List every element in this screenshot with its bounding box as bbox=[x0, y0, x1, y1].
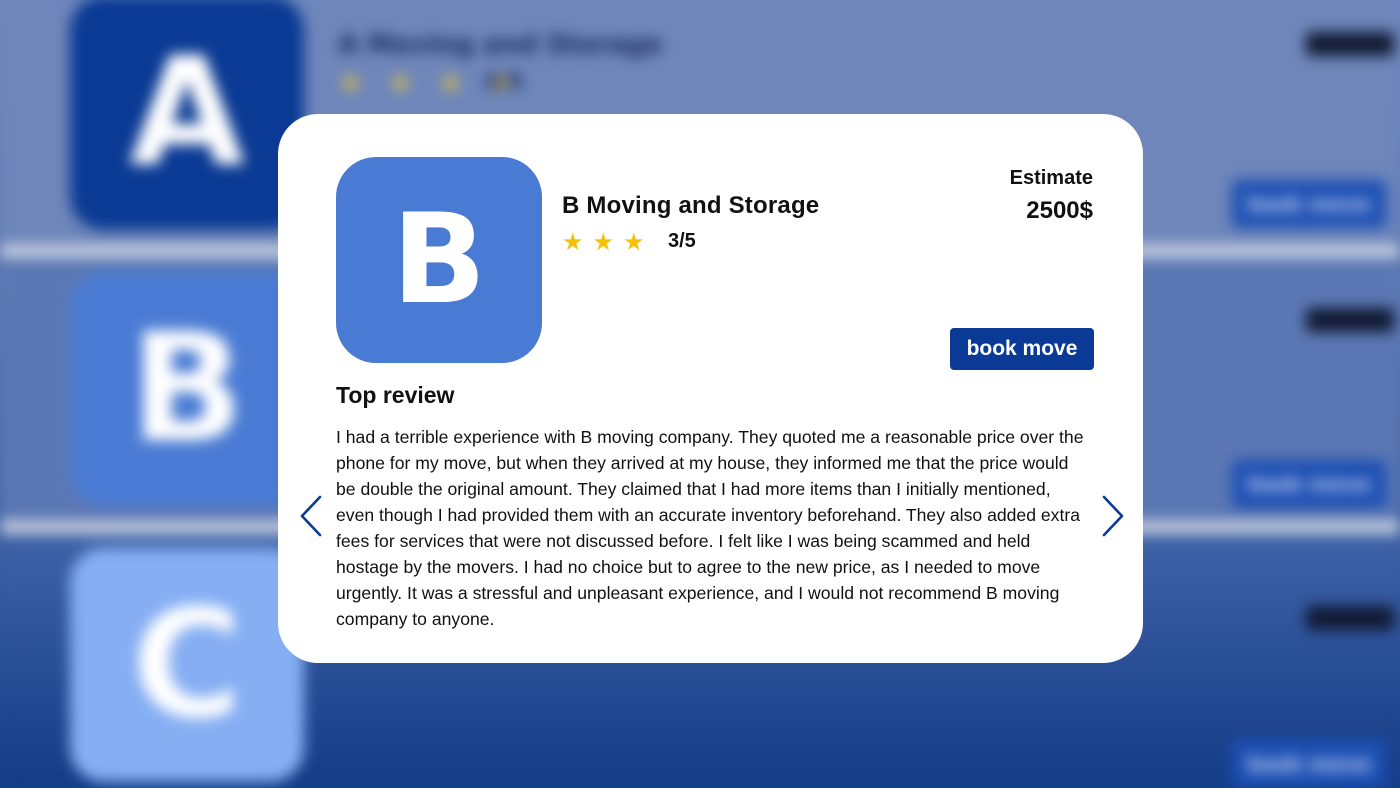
background-company-name: A Moving and Storage bbox=[338, 30, 663, 60]
background-price bbox=[1306, 308, 1394, 332]
background-book-button: book move bbox=[1232, 740, 1386, 788]
background-logo-a: A bbox=[70, 0, 304, 230]
star-rating: ★ ★ ★ bbox=[562, 228, 645, 256]
star-icon: ★ bbox=[562, 228, 584, 256]
next-review-button[interactable] bbox=[1100, 494, 1126, 538]
estimate-label: Estimate bbox=[1009, 167, 1093, 189]
company-logo: B bbox=[336, 157, 542, 363]
background-book-button: book move bbox=[1232, 180, 1386, 228]
chevron-left-icon bbox=[300, 495, 322, 537]
company-logo-letter: B bbox=[391, 188, 487, 332]
review-text: I had a terrible experience with B movin… bbox=[336, 427, 1084, 629]
star-icon: ★ bbox=[623, 228, 645, 256]
review-heading: Top review bbox=[336, 382, 455, 408]
star-icon: ★ bbox=[592, 228, 615, 256]
chevron-right-icon bbox=[1102, 495, 1124, 537]
background-rating-text: 4/5 bbox=[484, 70, 523, 95]
background-price bbox=[1306, 606, 1394, 630]
company-detail-modal: B B Moving and Storage ★ ★ ★ 3/5 Estimat… bbox=[278, 114, 1143, 663]
company-name: B Moving and Storage bbox=[562, 192, 820, 219]
background-price bbox=[1306, 32, 1394, 56]
book-move-button[interactable]: book move bbox=[950, 328, 1094, 370]
previous-review-button[interactable] bbox=[298, 494, 324, 538]
background-logo-c: C bbox=[70, 548, 304, 782]
background-logo-b: B bbox=[70, 272, 304, 506]
estimate-value: 2500$ bbox=[1026, 197, 1093, 224]
background-book-button: book move bbox=[1232, 460, 1386, 508]
rating-text: 3/5 bbox=[668, 230, 696, 252]
